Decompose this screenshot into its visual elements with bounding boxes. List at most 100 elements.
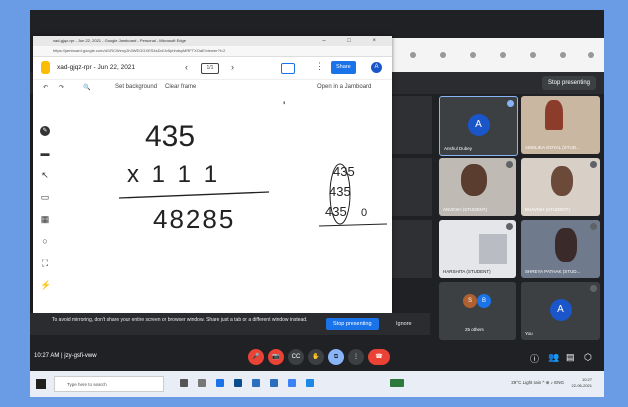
text-box-icon[interactable]: ⛶ [40, 258, 50, 268]
start-icon[interactable] [36, 379, 46, 389]
clear-frame-button[interactable]: Clear frame [165, 84, 196, 90]
captions-icon[interactable]: CC [288, 349, 304, 365]
app-icon[interactable] [306, 379, 314, 387]
present-icon[interactable] [281, 63, 295, 74]
circle-tool-icon[interactable]: ○ [40, 236, 50, 246]
mic-off-icon [590, 161, 597, 168]
activities-icon[interactable]: ⬡ [584, 352, 592, 363]
app-icon[interactable] [270, 379, 278, 387]
participant-name: HARSHITA (STUDENT) [443, 269, 491, 274]
toolbar-icon [410, 52, 416, 58]
more-options-icon[interactable]: ⋮ [315, 61, 324, 72]
next-frame-button[interactable]: › [231, 62, 234, 72]
stop-presenting-button[interactable]: Stop presenting [326, 318, 379, 330]
mic-icon[interactable]: 🎤 [248, 349, 264, 365]
more-options-icon[interactable] [507, 100, 514, 107]
participant-tile[interactable]: ANVESH (STUDENT) [439, 158, 516, 216]
raise-hand-icon[interactable]: ✋ [308, 349, 324, 365]
redo-icon[interactable]: ↷ [59, 84, 64, 91]
store-icon[interactable] [234, 379, 242, 387]
presentation-warning: To avoid mirroring, don't share your ent… [52, 317, 308, 323]
toolbar-icon [560, 52, 566, 58]
others-tile[interactable]: S B 25 others [439, 282, 516, 340]
stop-presenting-top-button[interactable]: Stop presenting [541, 76, 596, 90]
participant-video [555, 228, 577, 262]
participant-tile [392, 158, 432, 216]
handwriting-result: 48285 [153, 204, 235, 234]
zoom-icon[interactable]: 🔍 [83, 84, 90, 91]
handwriting-small-number: 435 [325, 204, 347, 219]
chat-icon[interactable]: ▤ [566, 352, 575, 363]
present-screen-icon[interactable]: ⧉ [328, 349, 344, 365]
set-background-button[interactable]: Set background [115, 84, 157, 90]
handwriting-tick: ' [283, 99, 285, 113]
doc-title[interactable]: xad-gjqz-rpr - Jun 22, 2021 [57, 64, 135, 71]
task-view-icon[interactable] [198, 379, 206, 387]
window-title: xad-gjqz-rpr - Jun 22, 2021 - Google Jam… [53, 38, 186, 43]
whiteboard-canvas[interactable]: 435 x 1 1 1 48285 ' 435 435 435 0 [57, 94, 392, 313]
participant-name: SHREYA PATHAK (STUD... [525, 269, 581, 274]
participant-name: Anshul Dubey [444, 146, 473, 151]
laser-icon[interactable]: ⚡ [40, 280, 51, 290]
leave-call-icon[interactable]: ☎ [368, 349, 390, 365]
window-title-bar: xad-gjqz-rpr - Jun 22, 2021 - Google Jam… [33, 36, 392, 46]
people-icon[interactable]: 👥 [548, 352, 559, 363]
participant-tile[interactable]: BHAVISH (STUDENT) [521, 158, 600, 216]
jamboard-app-bar: xad-gjqz-rpr - Jun 22, 2021 ‹ 1/1 › ⋮ Sh… [33, 57, 392, 80]
app-icon[interactable] [390, 379, 404, 387]
handwriting-multiplier: x 1 1 1 [127, 161, 220, 188]
clock-date: 22-06-2021 [571, 383, 592, 388]
system-tray[interactable]: 29°C Light rain ^ ⊕ ♪ ENG [511, 380, 564, 386]
toolbar-icon [500, 52, 506, 58]
taskbar-clock[interactable]: 10:27 22-06-2021 [572, 377, 592, 389]
mic-off-icon [590, 223, 597, 230]
more-options-icon[interactable]: ⋮ [348, 349, 364, 365]
info-icon[interactable]: ⓘ [530, 352, 539, 365]
others-count: 25 others [465, 327, 484, 332]
handwriting-number: 435 [145, 120, 195, 153]
self-name: You [525, 331, 533, 336]
others-avatar: B [477, 294, 491, 308]
participant-name: BHAVISH (STUDENT) [525, 207, 570, 212]
pen-tool-icon[interactable]: ✎ [40, 126, 50, 136]
participant-name: AMOLIKA GOYAL (STUD... [525, 145, 580, 150]
side-toolbar: ✎ ▬ ↖ ▭ ▦ ○ ⛶ ⚡ [33, 126, 57, 306]
mic-off-icon [506, 223, 513, 230]
app-icon[interactable] [288, 379, 296, 387]
frame-indicator[interactable]: 1/1 [201, 63, 219, 74]
toolbar-icon [440, 52, 446, 58]
share-button[interactable]: Share [331, 61, 356, 74]
toolbar-icon [470, 52, 476, 58]
prev-frame-button[interactable]: ‹ [185, 62, 188, 72]
participant-tile [392, 220, 432, 278]
eraser-tool-icon[interactable]: ▬ [40, 148, 50, 158]
ignore-button[interactable]: Ignore [396, 321, 412, 327]
self-tile[interactable]: A You [521, 282, 600, 340]
participant-tile[interactable]: SHREYA PATHAK (STUD... [521, 220, 600, 278]
mic-off-icon [506, 161, 513, 168]
participant-video [551, 166, 573, 196]
screen: Stop presenting A Anshul Dubey AMOLIKA G… [30, 10, 604, 397]
mic-off-icon [590, 285, 597, 292]
windows-taskbar: Type here to search 29°C Light rain ^ ⊕ … [30, 371, 604, 397]
taskbar-search[interactable]: Type here to search [54, 376, 164, 392]
participant-avatar: A [467, 114, 490, 136]
handwriting-small-number: 435 [329, 184, 351, 199]
undo-icon[interactable]: ↶ [43, 84, 48, 91]
participant-tile[interactable]: AMOLIKA GOYAL (STUD... [521, 96, 600, 154]
sticky-note-icon[interactable]: ▭ [40, 192, 50, 202]
participant-tile[interactable]: HARSHITA (STUDENT) [439, 220, 516, 278]
account-avatar[interactable]: A [371, 62, 382, 73]
address-bar[interactable]: https://jamboard.google.com/d/1RCWeoy2h3… [33, 46, 392, 57]
cortana-icon[interactable] [180, 379, 188, 387]
window-controls[interactable]: – □ × [322, 36, 386, 46]
toolbar-icon [530, 52, 536, 58]
mail-icon[interactable] [252, 379, 260, 387]
image-tool-icon[interactable]: ▦ [40, 214, 50, 224]
camera-icon[interactable]: 📷 [268, 349, 284, 365]
open-in-jamboard-button[interactable]: Open in a Jamboard [317, 84, 371, 90]
select-tool-icon[interactable]: ↖ [40, 170, 50, 180]
participant-tile[interactable]: A Anshul Dubey [439, 96, 518, 156]
edge-icon[interactable] [216, 379, 224, 387]
meeting-time-code: 10:27 AM | jzy-gsfi-vww [34, 353, 97, 359]
